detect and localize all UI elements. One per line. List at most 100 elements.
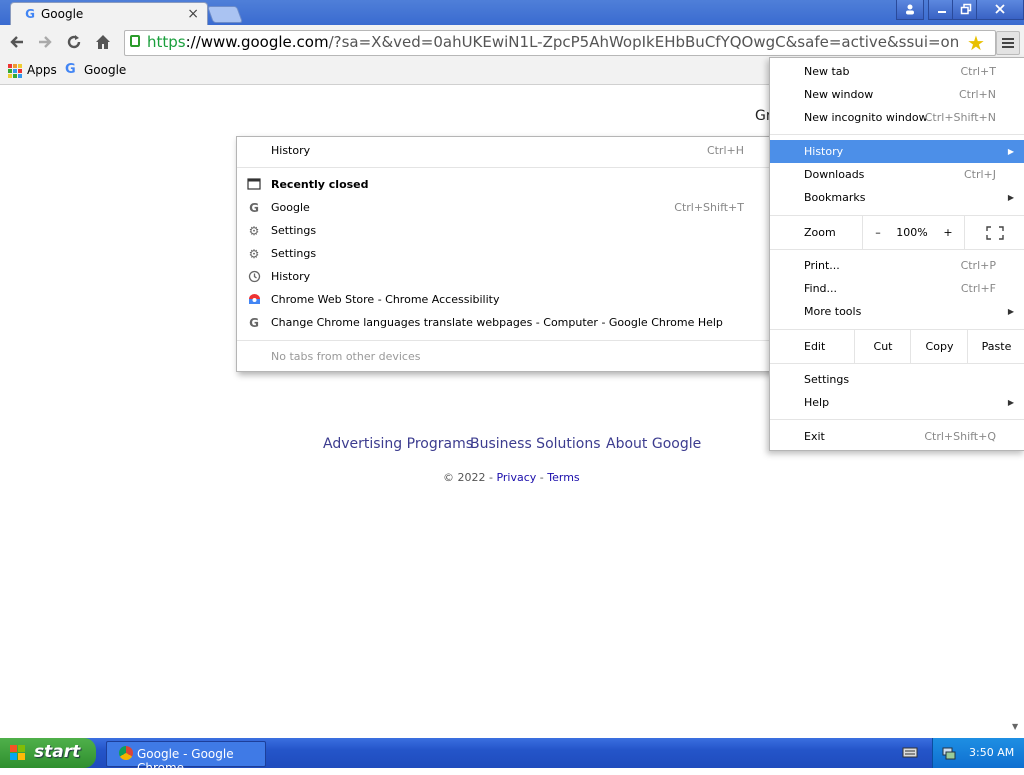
menu-shortcut: Ctrl+Shift+Q [924, 430, 996, 443]
history-clock-icon [247, 270, 261, 284]
menu-label: New tab [804, 65, 850, 78]
menu-new-tab[interactable]: New tab Ctrl+T [770, 60, 1024, 83]
back-icon[interactable] [6, 31, 28, 53]
tab-google[interactable]: G Google × [10, 2, 208, 26]
url-text: https://www.google.com/?sa=X&ved=0ahUKEw… [147, 33, 960, 51]
recently-closed-label: Recently closed [271, 178, 369, 191]
recent-item-label: History [271, 270, 311, 283]
bookmark-star-icon[interactable]: ★ [967, 31, 985, 55]
forward-icon[interactable] [34, 31, 56, 53]
menu-label: Settings [804, 373, 850, 386]
zoom-in-button[interactable]: + [932, 216, 964, 249]
menu-shortcut: Ctrl+T [960, 65, 996, 78]
start-button[interactable]: start [0, 738, 96, 768]
recent-item-shortcut: Ctrl+Shift+T [674, 201, 744, 214]
network-icon[interactable] [941, 745, 957, 761]
menu-shortcut: Ctrl+Shift+N [924, 111, 996, 124]
keyboard-icon[interactable] [902, 745, 918, 759]
recent-item[interactable]: ⚙ Settings [237, 243, 772, 265]
menu-edit-row: Edit Cut Copy Paste [770, 330, 1024, 363]
divider [770, 249, 1024, 250]
recent-item-label: Chrome Web Store - Chrome Accessibility [271, 293, 500, 306]
tab-close-icon[interactable]: × [187, 6, 199, 22]
menu-bookmarks[interactable]: Bookmarks ▶ [770, 186, 1024, 209]
menu-new-incognito[interactable]: New incognito window Ctrl+Shift+N [770, 106, 1024, 129]
copy-button[interactable]: Copy [910, 330, 968, 363]
business-solutions-link[interactable]: Business Solutions [470, 436, 601, 452]
menu-label: Downloads [804, 168, 865, 181]
menu-label: New incognito window [804, 111, 928, 124]
chrome-icon [119, 746, 133, 760]
history-submenu: History Ctrl+H Recently closed G Google … [236, 136, 773, 372]
menu-exit[interactable]: Exit Ctrl+Shift+Q [770, 425, 1024, 448]
submenu-history-shortcut: Ctrl+H [706, 144, 744, 157]
divider [237, 167, 772, 168]
taskbar-chrome-window[interactable]: Google - Google Chrome [106, 741, 266, 775]
start-label: start [34, 742, 81, 762]
menu-label: Zoom [804, 226, 836, 239]
copyright-text: © 2022 - [443, 471, 497, 484]
advertising-programs-link[interactable]: Advertising Programs [323, 436, 473, 452]
menu-settings[interactable]: Settings [770, 368, 1024, 391]
omnibox[interactable]: https://www.google.com/?sa=X&ved=0ahUKEw… [124, 30, 996, 56]
recent-item-label: Change Chrome languages translate webpag… [271, 316, 723, 329]
windows-flag-icon [10, 745, 26, 761]
menu-zoom-row: Zoom – 100% + [770, 216, 1024, 249]
tab-title: Google [41, 7, 84, 21]
google-g-icon: G [65, 62, 76, 77]
clock[interactable]: 3:50 AM [969, 746, 1014, 759]
menu-label: Find... [804, 282, 838, 295]
menu-more-tools[interactable]: More tools ▶ [770, 300, 1024, 323]
recent-item[interactable]: ⚙ Settings [237, 220, 772, 242]
paste-button[interactable]: Paste [967, 330, 1024, 363]
menu-new-window[interactable]: New window Ctrl+N [770, 83, 1024, 106]
divider [237, 340, 772, 341]
menu-help[interactable]: Help ▶ [770, 391, 1024, 414]
menu-downloads[interactable]: Downloads Ctrl+J [770, 163, 1024, 186]
menu-label: Bookmarks [804, 191, 866, 204]
google-g-icon: G [25, 7, 35, 21]
cut-button[interactable]: Cut [854, 330, 911, 363]
menu-history[interactable]: History ▶ [770, 140, 1024, 163]
divider [770, 419, 1024, 420]
bookmark-google[interactable]: Google [84, 63, 126, 77]
submenu-history[interactable]: History Ctrl+H [237, 140, 772, 162]
submenu-history-label: History [271, 144, 311, 157]
lock-icon [130, 35, 140, 47]
zoom-value: 100% [896, 226, 928, 239]
recently-closed-header: Recently closed [237, 174, 772, 196]
about-google-link[interactable]: About Google [606, 436, 701, 452]
home-icon[interactable] [92, 31, 114, 53]
recent-item[interactable]: History [237, 266, 772, 288]
close-icon[interactable] [976, 0, 1024, 20]
profile-icon[interactable] [896, 0, 924, 20]
scroll-down-icon[interactable]: ▼ [1012, 722, 1018, 731]
recent-item[interactable]: Chrome Web Store - Chrome Accessibility [237, 289, 772, 311]
recent-item[interactable]: G Change Chrome languages translate webp… [237, 312, 772, 334]
google-g-icon: G [249, 201, 259, 215]
copyright: © 2022 - Privacy - Terms [443, 471, 580, 484]
privacy-link[interactable]: Privacy [496, 471, 536, 484]
chrome-menu-button[interactable] [996, 31, 1020, 55]
terms-link[interactable]: Terms [547, 471, 579, 484]
recent-item-label: Settings [271, 224, 317, 237]
menu-label: Help [804, 396, 830, 409]
recent-item-label: Google [271, 201, 310, 214]
submenu-arrow-icon: ▶ [1007, 147, 1014, 156]
menu-find[interactable]: Find... Ctrl+F [770, 277, 1024, 300]
new-tab-button[interactable] [206, 6, 244, 23]
menu-shortcut: Ctrl+P [960, 259, 996, 272]
recent-item[interactable]: G Google Ctrl+Shift+T [237, 197, 772, 219]
gear-icon: ⚙ [248, 247, 260, 261]
chrome-menu: New tab Ctrl+T New window Ctrl+N New inc… [769, 57, 1024, 451]
menu-label: History [804, 145, 844, 158]
menu-label: More tools [804, 305, 862, 318]
zoom-out-button[interactable]: – [862, 216, 893, 249]
divider [770, 134, 1024, 135]
gear-icon: ⚙ [248, 224, 260, 238]
reload-icon[interactable] [63, 31, 85, 53]
fullscreen-icon[interactable] [964, 216, 1024, 249]
bookmark-apps[interactable]: Apps [27, 63, 57, 77]
menu-print[interactable]: Print... Ctrl+P [770, 254, 1024, 277]
recent-item-label: Settings [271, 247, 317, 260]
